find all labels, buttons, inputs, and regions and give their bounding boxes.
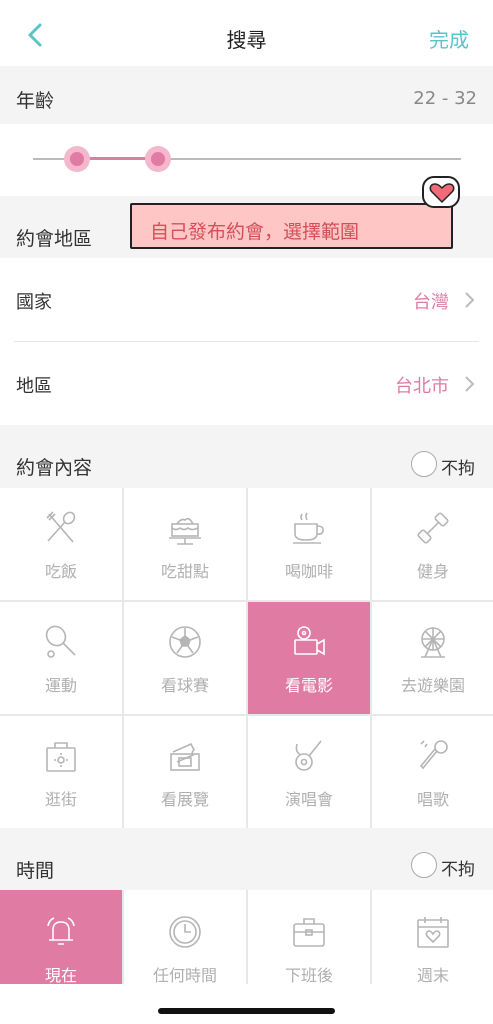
radio-circle-icon[interactable] xyxy=(411,451,437,477)
content-item-dessert[interactable]: 吃甜點 xyxy=(124,488,246,600)
chevron-right-icon xyxy=(465,292,475,308)
briefcase-icon xyxy=(293,918,325,947)
chevron-right-icon xyxy=(465,376,475,392)
content-item-amusement-park[interactable]: 去遊樂園 xyxy=(372,602,493,714)
ticket-icon xyxy=(170,742,200,771)
age-section-header: 年齡 22 - 32 xyxy=(0,66,493,128)
calendar-icon xyxy=(417,917,449,948)
slider-min-handle[interactable] xyxy=(64,146,90,172)
content-item-label: 吃飯 xyxy=(44,562,77,581)
nav-bar: 搜尋 完成 xyxy=(0,0,493,66)
time-label: 時間 xyxy=(16,860,55,882)
content-item-label: 喝咖啡 xyxy=(284,562,333,581)
content-item-label: 吃甜點 xyxy=(160,562,209,581)
row-divider xyxy=(14,341,479,342)
content-item-label: 去遊樂園 xyxy=(400,676,465,695)
ferris-wheel-icon xyxy=(421,627,445,658)
content-item-label: 演唱會 xyxy=(284,790,333,809)
content-item-eat[interactable]: 吃飯 xyxy=(0,488,122,600)
microphone-icon xyxy=(419,740,448,770)
alarm-bell-icon xyxy=(47,917,75,945)
content-item-fitness[interactable]: 健身 xyxy=(372,488,493,600)
page-title: 搜尋 xyxy=(226,28,267,52)
time-item-label: 任何時間 xyxy=(152,966,217,985)
radio-circle-icon[interactable] xyxy=(411,852,437,878)
nolimit-label: 不拘 xyxy=(441,459,475,479)
age-label: 年齡 xyxy=(16,90,55,112)
film-camera-icon xyxy=(294,626,325,656)
content-item-shopping[interactable]: 逛街 xyxy=(0,716,122,828)
home-indicator[interactable] xyxy=(158,1008,335,1014)
country-row[interactable]: 國家 台灣 xyxy=(0,258,493,341)
guitar-icon xyxy=(295,740,322,771)
content-item-label: 唱歌 xyxy=(416,790,449,809)
content-item-label: 看電影 xyxy=(284,676,333,695)
content-item-watch-game[interactable]: 看球賽 xyxy=(124,602,246,714)
coffee-cup-icon xyxy=(293,512,324,544)
content-item-label: 看球賽 xyxy=(160,676,209,695)
content-item-label: 健身 xyxy=(416,562,449,581)
content-item-sport[interactable]: 運動 xyxy=(0,602,122,714)
content-item-exhibition[interactable]: 看展覽 xyxy=(124,716,246,828)
country-label: 國家 xyxy=(16,292,52,313)
soccer-ball-icon xyxy=(169,626,201,658)
time-item-label: 現在 xyxy=(44,966,77,985)
content-item-label: 看展覽 xyxy=(160,790,209,809)
content-label: 約會內容 xyxy=(16,457,93,479)
shopping-bag-icon xyxy=(46,742,76,772)
area-label: 地區 xyxy=(16,376,52,397)
age-range-value: 22 - 32 xyxy=(413,88,477,109)
cake-icon xyxy=(169,517,201,545)
dumbbell-icon xyxy=(417,512,449,544)
content-item-karaoke[interactable]: 唱歌 xyxy=(372,716,493,828)
content-item-label: 運動 xyxy=(44,676,77,695)
time-item-label: 週末 xyxy=(416,966,449,985)
content-item-label: 逛街 xyxy=(44,790,77,809)
bottom-safe-area xyxy=(0,984,493,1024)
tooltip-text: 自己發布約會，選擇範圍 xyxy=(150,221,360,243)
tooltip-bubble: 自己發布約會，選擇範圍 xyxy=(130,203,453,249)
nolimit-label: 不拘 xyxy=(441,860,475,880)
area-row[interactable]: 地區 台北市 xyxy=(0,342,493,425)
content-item-concert[interactable]: 演唱會 xyxy=(248,716,370,828)
heart-speech-icon xyxy=(422,176,460,208)
country-value: 台灣 xyxy=(413,292,449,313)
time-item-label: 下班後 xyxy=(284,966,333,985)
slider-max-handle[interactable] xyxy=(145,146,171,172)
content-item-coffee[interactable]: 喝咖啡 xyxy=(248,488,370,600)
fork-spoon-icon xyxy=(46,511,76,543)
content-grid: 吃飯 吃甜點 喝咖啡 健身 運動 看球賽 看電影 去遊樂園 逛街 看展覽 演唱會 xyxy=(0,488,493,828)
done-button[interactable]: 完成 xyxy=(429,24,469,53)
clock-icon xyxy=(169,916,201,948)
area-value: 台北市 xyxy=(395,376,449,397)
region-label: 約會地區 xyxy=(16,228,93,250)
age-slider[interactable] xyxy=(0,124,493,196)
content-item-movie[interactable]: 看電影 xyxy=(248,602,370,714)
time-section-header: 時間 不拘 xyxy=(0,828,493,890)
tennis-racket-icon xyxy=(45,625,76,658)
content-section-header: 約會內容 不拘 xyxy=(0,425,493,487)
